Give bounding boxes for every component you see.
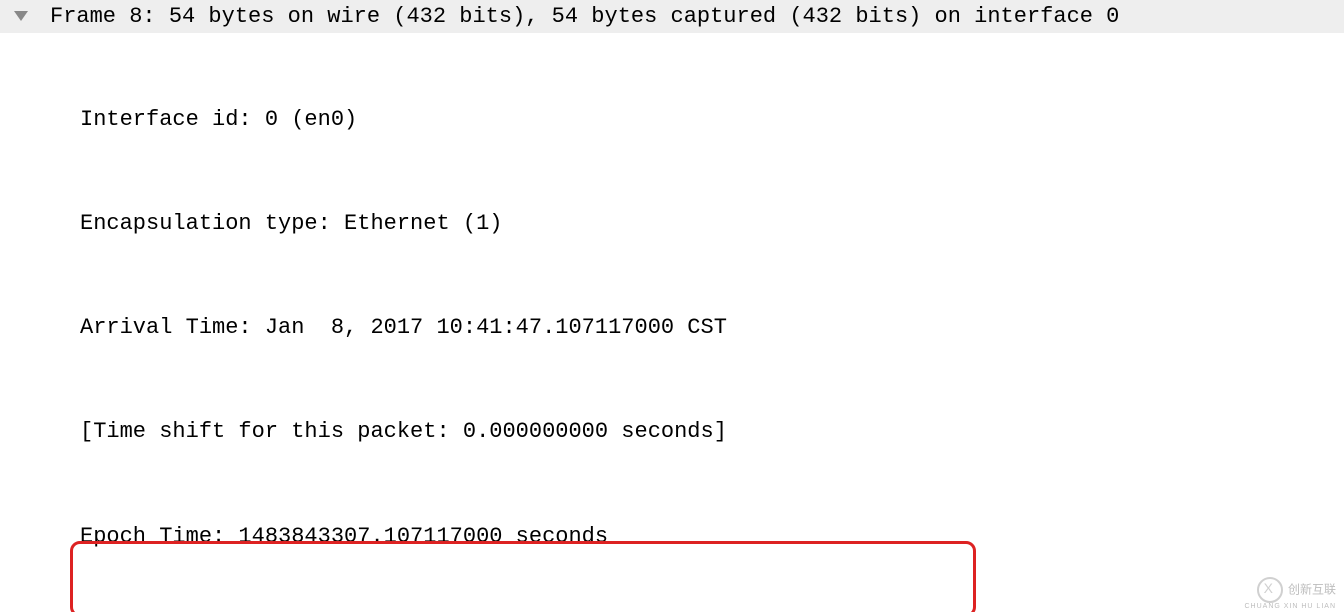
frame-header-row[interactable]: Frame 8: 54 bytes on wire (432 bits), 54… <box>0 0 1344 33</box>
watermark-subtext: CHUANG XIN HU LIAN <box>1244 603 1336 610</box>
frame-detail-lines: Interface id: 0 (en0) Encapsulation type… <box>0 33 1344 612</box>
watermark-brand: 创新互联 <box>1288 582 1336 596</box>
frame-header-text: Frame 8: 54 bytes on wire (432 bits), 54… <box>50 4 1119 29</box>
detail-line[interactable]: Epoch Time: 1483843307.107117000 seconds <box>80 520 1344 555</box>
detail-line[interactable]: Encapsulation type: Ethernet (1) <box>80 207 1344 242</box>
watermark: 创新互联 CHUANG XIN HU LIAN <box>1244 577 1336 610</box>
detail-line[interactable]: [Time shift for this packet: 0.000000000… <box>80 415 1344 450</box>
detail-line[interactable]: Interface id: 0 (en0) <box>80 103 1344 138</box>
disclosure-triangle-icon[interactable] <box>14 11 28 21</box>
detail-line[interactable]: Arrival Time: Jan 8, 2017 10:41:47.10711… <box>80 311 1344 346</box>
watermark-logo-icon <box>1257 577 1283 603</box>
